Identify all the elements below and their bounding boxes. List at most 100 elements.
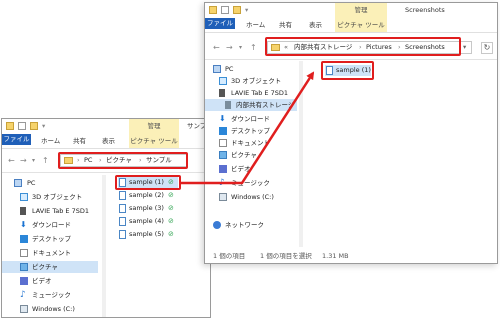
window-title: Screenshots — [405, 6, 445, 14]
file-item-sample-2[interactable]: sample (2) ⊘ — [118, 190, 178, 201]
file-item-sample-4[interactable]: sample (4) ⊘ — [118, 216, 178, 227]
nav-item-network[interactable]: ネットワーク — [205, 219, 297, 231]
nav-item-downloads[interactable]: ⬇ ダウンロード — [2, 219, 102, 231]
download-icon: ⬇ — [20, 220, 27, 229]
ribbon-tabs: ファイル ホーム 共有 表示 ピクチャ ツール — [2, 134, 210, 149]
status-bar: 1 個の項目 1 個の項目を選択 1.31 MB — [205, 249, 497, 263]
quick-access-dropdown-icon[interactable]: ▾ — [42, 122, 45, 130]
download-icon: ⬇ — [219, 114, 226, 123]
tab-view[interactable]: 表示 — [102, 134, 115, 148]
address-highlight-box — [265, 37, 461, 56]
nav-item-lavie-tab[interactable]: LAVIE Tab E 7SD1 — [205, 87, 297, 99]
nav-scrollbar[interactable] — [299, 61, 303, 247]
nav-item-desktop[interactable]: デスクトップ — [2, 233, 102, 245]
videos-icon — [219, 165, 227, 173]
status-size: 1.31 MB — [322, 252, 349, 260]
nav-item-music[interactable]: ♪ ミュージック — [2, 289, 102, 301]
back-explorer-window: ▾ 管理 サンプル ファイル ホーム 共有 表示 ピクチャ ツール ← → ▾ … — [1, 118, 211, 318]
nav-item-pictures[interactable]: ピクチャ — [205, 149, 297, 161]
navigation-pane: PC 3D オブジェクト LAVIE Tab E 7SD1 ⬇ ダウンロード デス… — [2, 177, 102, 317]
pictures-icon — [20, 263, 28, 271]
image-file-icon — [119, 204, 126, 213]
forward-arrow-icon[interactable]: → — [20, 156, 27, 166]
checkbox-icon[interactable] — [18, 122, 26, 130]
manage-tab[interactable]: 管理 — [129, 119, 179, 134]
tablet-icon — [20, 207, 26, 215]
3d-objects-icon — [219, 77, 227, 85]
tab-share[interactable]: 共有 — [73, 134, 86, 148]
nav-item-downloads[interactable]: ⬇ ダウンロード — [205, 113, 297, 125]
sync-check-icon: ⊘ — [168, 191, 174, 199]
tab-file[interactable]: ファイル — [2, 134, 31, 145]
storage-icon — [225, 101, 231, 109]
new-folder-icon[interactable] — [233, 6, 241, 14]
sync-check-icon: ⊘ — [168, 217, 174, 225]
tab-share[interactable]: 共有 — [279, 18, 292, 32]
up-arrow-icon[interactable]: ↑ — [250, 43, 257, 53]
nav-item-videos[interactable]: ビデオ — [2, 275, 102, 287]
checkbox-icon[interactable] — [221, 6, 229, 14]
forward-arrow-icon[interactable]: → — [226, 43, 233, 53]
music-icon: ♪ — [219, 178, 225, 188]
address-dropdown-icon[interactable]: ▾ — [463, 42, 466, 53]
nav-item-windows-c[interactable]: Windows (C:) — [2, 303, 102, 315]
nav-item-documents[interactable]: ドキュメント — [2, 247, 102, 259]
nav-item-music[interactable]: ♪ ミュージック — [205, 177, 297, 189]
image-file-icon — [119, 191, 126, 200]
tab-view[interactable]: 表示 — [309, 18, 322, 32]
tablet-icon — [219, 89, 225, 97]
nav-item-documents[interactable]: ドキュメント — [205, 137, 297, 149]
back-arrow-icon[interactable]: ← — [213, 43, 220, 53]
network-icon — [213, 221, 221, 229]
file-highlight-box — [321, 61, 374, 80]
image-file-icon — [119, 217, 126, 226]
divider — [2, 172, 210, 173]
drive-icon — [20, 305, 28, 313]
sync-check-icon: ⊘ — [168, 204, 174, 212]
divider — [205, 59, 497, 60]
nav-item-windows-c[interactable]: Windows (C:) — [205, 191, 297, 203]
nav-scrollbar[interactable] — [102, 175, 106, 317]
back-arrow-icon[interactable]: ← — [8, 156, 15, 166]
tab-picture-tools[interactable]: ピクチャ ツール — [335, 18, 387, 32]
manage-tab[interactable]: 管理 — [335, 3, 387, 18]
recent-dropdown-icon[interactable]: ▾ — [239, 43, 242, 53]
sync-check-icon: ⊘ — [168, 230, 174, 238]
nav-item-pictures[interactable]: ピクチャ — [2, 261, 98, 273]
refresh-icon[interactable]: ↻ — [481, 42, 493, 54]
nav-item-3d-objects[interactable]: 3D オブジェクト — [205, 75, 297, 87]
image-file-icon — [119, 230, 126, 239]
pictures-icon — [219, 151, 227, 159]
nav-item-pc[interactable]: PC — [205, 63, 297, 75]
nav-item-internal-storage[interactable]: 内部共有ストレージ — [205, 99, 297, 111]
file-item-sample-5[interactable]: sample (5) ⊘ — [118, 229, 178, 240]
file-item-sample-3[interactable]: sample (3) ⊘ — [118, 203, 178, 214]
nav-item-3d-objects[interactable]: 3D オブジェクト — [2, 191, 102, 203]
3d-objects-icon — [20, 193, 28, 201]
documents-icon — [219, 139, 227, 147]
nav-item-desktop[interactable]: デスクトップ — [205, 125, 297, 137]
folder-icon[interactable] — [6, 122, 14, 130]
nav-item-videos[interactable]: ビデオ — [205, 163, 297, 175]
address-highlight-box — [58, 152, 188, 169]
file-highlight-box — [115, 175, 181, 190]
ribbon-tabs: ファイル ホーム 共有 表示 ピクチャ ツール — [205, 18, 497, 33]
pc-icon — [213, 65, 221, 73]
tab-home[interactable]: ホーム — [246, 18, 265, 32]
up-arrow-icon[interactable]: ↑ — [42, 156, 49, 166]
quick-access-dropdown-icon[interactable]: ▾ — [245, 6, 248, 14]
tab-picture-tools[interactable]: ピクチャ ツール — [129, 134, 179, 148]
status-selected: 1 個の項目を選択 — [260, 252, 312, 260]
status-item-count: 1 個の項目 — [213, 252, 246, 260]
nav-item-pc[interactable]: PC — [2, 177, 102, 189]
nav-item-lavie-tab[interactable]: LAVIE Tab E 7SD1 — [2, 205, 102, 217]
recent-dropdown-icon[interactable]: ▾ — [32, 156, 35, 166]
new-folder-icon[interactable] — [30, 122, 38, 130]
front-explorer-window: ▾ 管理 Screenshots ファイル ホーム 共有 表示 ピクチャ ツール… — [204, 2, 498, 264]
tab-file[interactable]: ファイル — [205, 18, 235, 29]
title-bar: ▾ 管理 Screenshots — [205, 3, 497, 18]
desktop-icon — [20, 235, 28, 243]
folder-icon[interactable] — [209, 6, 217, 14]
drive-icon — [219, 193, 227, 201]
tab-home[interactable]: ホーム — [41, 134, 60, 148]
